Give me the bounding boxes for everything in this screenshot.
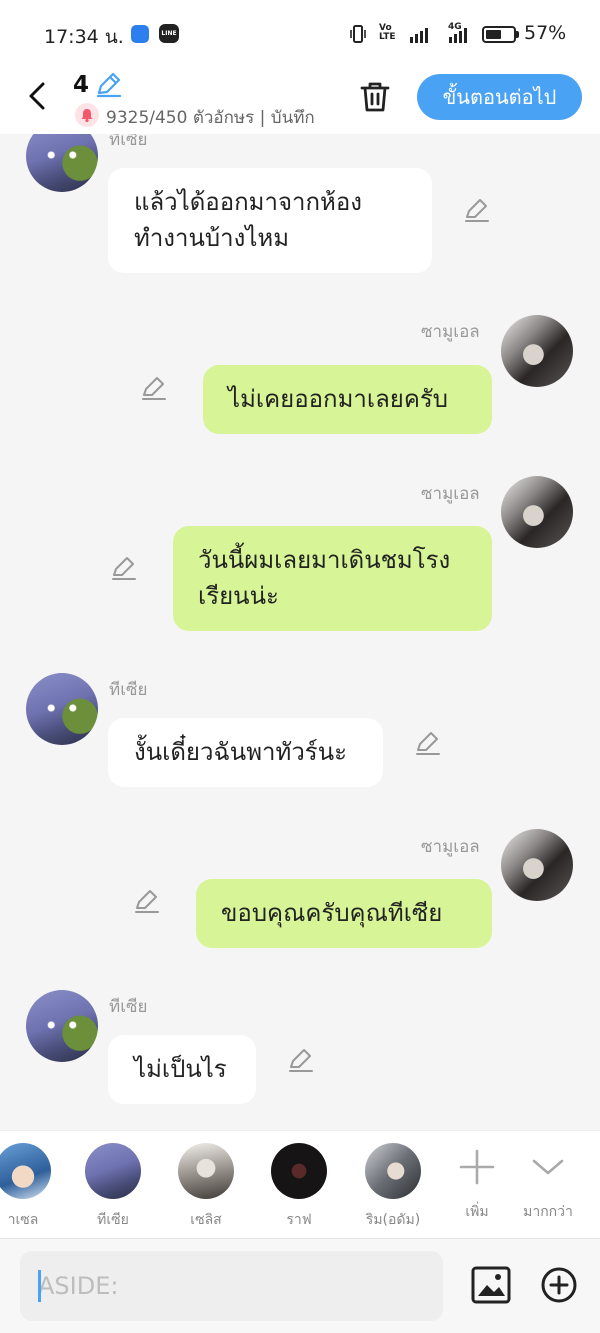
character-name: าเซล (7, 1212, 39, 1228)
character-avatar (85, 1143, 141, 1199)
message-line: วันนี้ผมเลยมาเดินชมโรง (198, 546, 451, 574)
character-item[interactable]: าเซล (0, 1143, 63, 1231)
vibrate-icon (350, 25, 366, 43)
character-name: ราฟ (286, 1212, 312, 1228)
line-app-icon: LINE (159, 24, 179, 43)
episode-number: 4 (73, 72, 90, 98)
pencil-icon[interactable] (94, 71, 122, 99)
message-bubble[interactable]: วันนี้ผมเลยมาเดินชมโรง เรียนน่ะ (173, 526, 492, 631)
add-character-button[interactable]: เพิ่ม (437, 1139, 517, 1223)
avatar[interactable] (26, 134, 98, 192)
signal-icon (410, 25, 428, 43)
chat-area[interactable]: ทีเซีย แล้วได้ออกมาจากห้อง ทำงานบ้างไหม … (0, 134, 600, 1130)
avatar[interactable] (26, 673, 98, 745)
chevron-down-icon (532, 1159, 564, 1175)
signal-icon-2 (449, 25, 467, 43)
avatar[interactable] (501, 476, 573, 548)
character-item[interactable]: ริม(อดัม) (353, 1143, 433, 1231)
bell-icon (75, 103, 99, 127)
message-line: เรียนน่ะ (198, 582, 279, 610)
character-name: ริม(อดัม) (365, 1212, 421, 1228)
sender-name: ทีเซีย (109, 680, 148, 700)
character-name: เซลิส (190, 1212, 222, 1228)
status-bar: 17:34 น. LINE Vo LTE 4G 57% (0, 0, 600, 66)
sender-name: ซามูเอล (421, 322, 480, 342)
more-label: มากกว่า (523, 1204, 573, 1220)
message-line: ทำงานบ้างไหม (134, 224, 290, 252)
text-caret (38, 1270, 41, 1302)
image-icon[interactable] (470, 1265, 512, 1305)
character-avatar (365, 1143, 421, 1199)
next-step-button[interactable]: ขั้นตอนต่อไป (417, 74, 582, 120)
message-line: ไม่เคยออกมาเลยครับ (228, 385, 449, 413)
character-item[interactable]: เซลิส (166, 1143, 246, 1231)
pencil-icon[interactable] (109, 554, 139, 584)
plus-icon (459, 1149, 495, 1185)
character-item[interactable]: ราฟ (259, 1143, 339, 1231)
volte-icon: Vo LTE (379, 23, 396, 42)
message-bubble[interactable]: แล้วได้ออกมาจากห้อง ทำงานบ้างไหม (108, 168, 432, 273)
pencil-icon[interactable] (132, 887, 162, 917)
character-name: ทีเซีย (97, 1212, 129, 1228)
message-bubble[interactable]: ขอบคุณครับคุณทีเซีย (196, 879, 492, 948)
sender-name: ซามูเอล (421, 837, 480, 857)
message-bubble[interactable]: งั้นเดี๋ยวฉันพาทัวร์นะ (108, 718, 383, 787)
add-label: เพิ่ม (465, 1204, 489, 1220)
notification-app-icon (131, 25, 149, 43)
pencil-icon[interactable] (286, 1046, 316, 1076)
pencil-icon[interactable] (462, 196, 492, 226)
character-bar: าเซล ทีเซีย เซลิส ราฟ ริม(อดัม) เพิ่ม มา… (0, 1130, 600, 1238)
message-line: ขอบคุณครับคุณทีเซีย (221, 899, 443, 927)
message-line: งั้นเดี๋ยวฉันพาทัวร์นะ (134, 738, 347, 766)
battery-cap (516, 31, 519, 38)
message-line: ไม่เป็นไร (134, 1055, 227, 1083)
avatar[interactable] (26, 990, 98, 1062)
character-item[interactable]: ทีเซีย (73, 1143, 153, 1231)
editor-header: 4 9325/450 ตัวอักษร | บันทึก ขั้นตอนต่อไ… (0, 66, 600, 134)
message-bubble[interactable]: ไม่เป็นไร (108, 1035, 256, 1104)
message-bubble[interactable]: ไม่เคยออกมาเลยครับ (203, 365, 492, 434)
avatar[interactable] (501, 829, 573, 901)
character-avatar (271, 1143, 327, 1199)
add-circle-icon[interactable] (540, 1266, 578, 1304)
character-count: 9325/450 ตัวอักษร | บันทึก (106, 108, 315, 128)
sender-name: ทีเซีย (109, 134, 148, 150)
character-avatar (178, 1143, 234, 1199)
aside-input[interactable] (20, 1251, 443, 1321)
sender-name: ทีเซีย (109, 997, 148, 1017)
avatar[interactable] (501, 315, 573, 387)
battery-icon (482, 26, 516, 43)
message-line: แล้วได้ออกมาจากห้อง (134, 188, 362, 216)
character-avatar (0, 1143, 51, 1199)
sender-name: ซามูเอล (421, 484, 480, 504)
battery-percent: 57% (524, 22, 567, 44)
input-bar (0, 1238, 600, 1333)
pencil-icon[interactable] (139, 374, 169, 404)
more-button[interactable]: มากกว่า (508, 1139, 588, 1223)
pencil-icon[interactable] (413, 729, 443, 759)
trash-icon[interactable] (357, 79, 393, 115)
status-time: 17:34 น. (44, 26, 124, 48)
back-arrow-icon[interactable] (22, 78, 52, 114)
